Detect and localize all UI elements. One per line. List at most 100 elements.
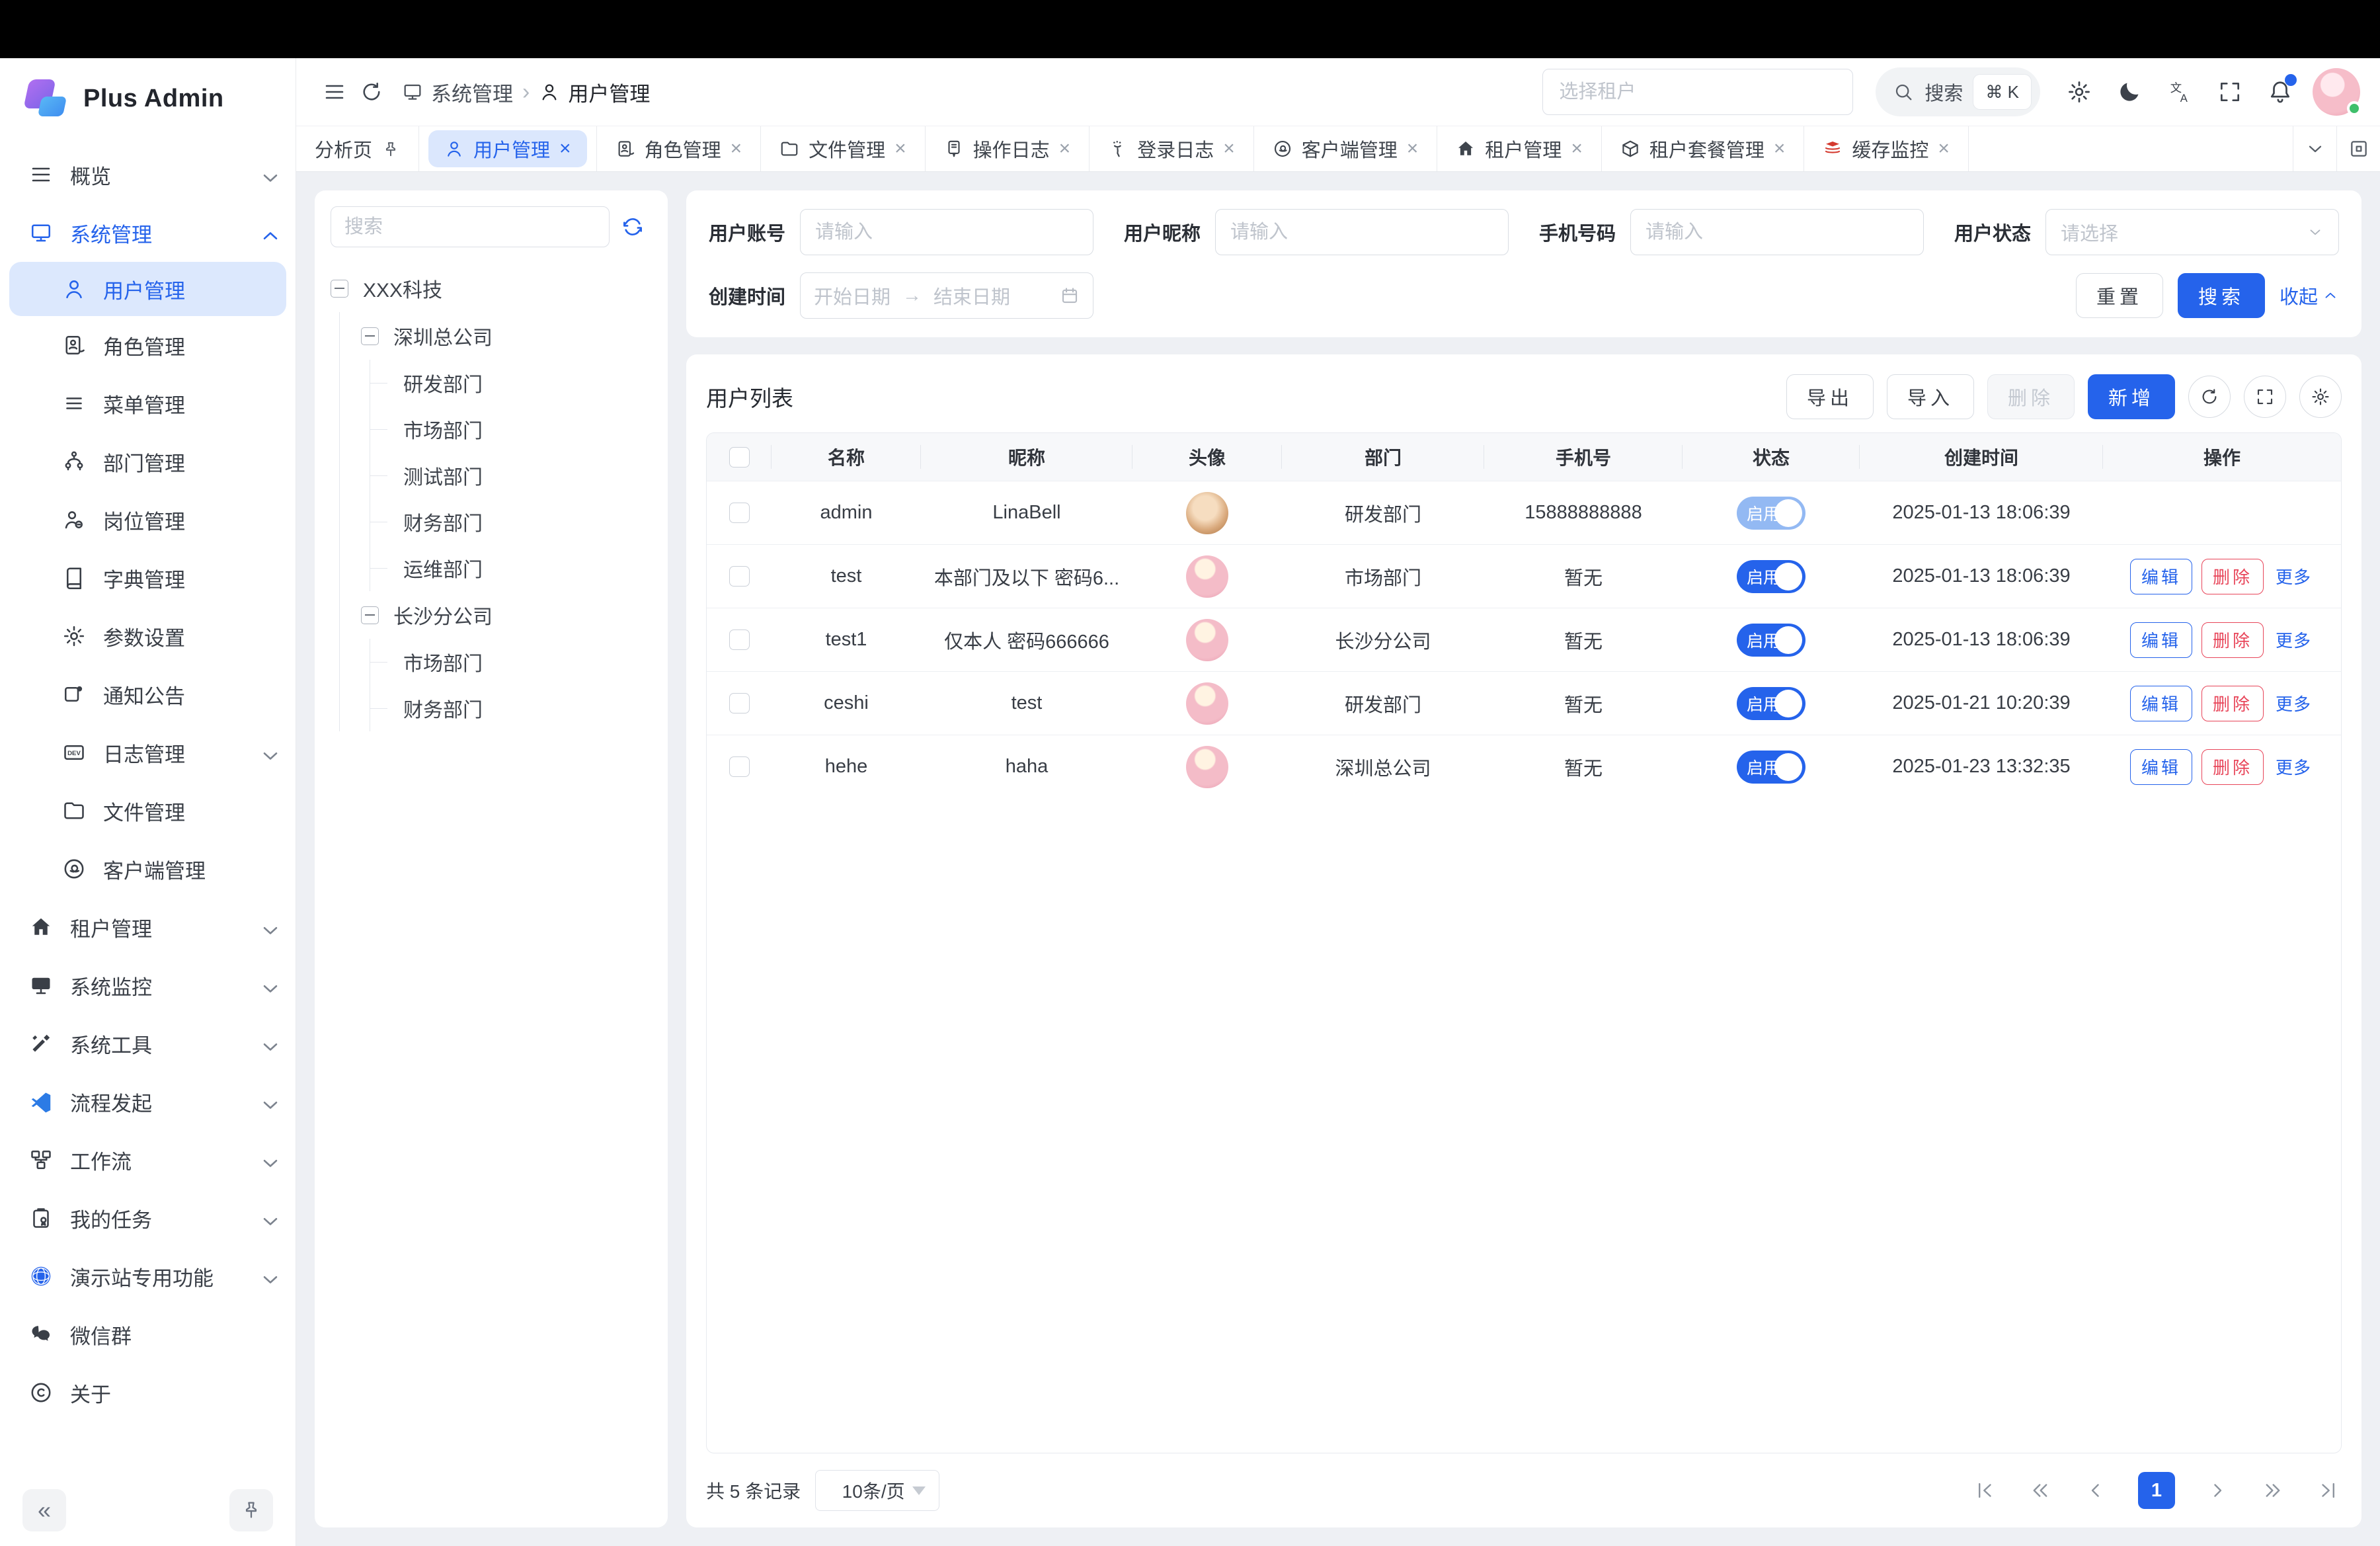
sidebar-item-工作流[interactable]: 工作流 — [0, 1131, 296, 1189]
forward-ten-pages-button[interactable] — [2260, 1477, 2286, 1504]
row-more-button[interactable]: 更多 — [2273, 622, 2314, 658]
sidebar-item-岗位管理[interactable]: 岗位管理 — [0, 491, 296, 549]
add-button[interactable]: 新增 — [2088, 374, 2175, 419]
tab-租户套餐管理[interactable]: 租户套餐管理× — [1602, 126, 1805, 171]
sidebar-pin-button[interactable] — [229, 1489, 273, 1531]
tab-登录日志[interactable]: 登录日志× — [1090, 126, 1254, 171]
current-page-button[interactable]: 1 — [2138, 1472, 2175, 1509]
tab-缓存监控[interactable]: 缓存监控× — [1804, 126, 1969, 171]
tab-close-icon[interactable]: × — [1407, 139, 1419, 159]
row-avatar[interactable] — [1186, 682, 1228, 725]
content-fullscreen-button[interactable] — [2336, 126, 2380, 171]
tree-leaf-测试部门[interactable]: 测试部门 — [391, 452, 652, 499]
tab-close-icon[interactable]: × — [1571, 139, 1583, 159]
tree-leaf-财务部门[interactable]: 财务部门 — [391, 685, 652, 731]
status-toggle[interactable]: 启用 — [1737, 560, 1805, 593]
back-ten-pages-button[interactable] — [2027, 1477, 2053, 1504]
row-checkbox[interactable] — [729, 756, 750, 777]
sidebar-collapse-button[interactable]: « — [22, 1489, 66, 1531]
page-size-select[interactable]: 10条/页 — [815, 1470, 939, 1511]
tree-collapse-icon[interactable] — [331, 280, 348, 298]
table-refresh-button[interactable] — [2188, 376, 2231, 418]
next-page-button[interactable] — [2204, 1477, 2231, 1504]
row-delete-button[interactable]: 删除 — [2202, 559, 2264, 594]
status-toggle[interactable]: 启用 — [1737, 751, 1805, 784]
tenant-select-input[interactable] — [1542, 69, 1853, 115]
row-checkbox[interactable] — [729, 630, 750, 650]
row-edit-button[interactable]: 编辑 — [2130, 622, 2192, 658]
row-edit-button[interactable]: 编辑 — [2130, 749, 2192, 785]
sidebar-item-通知公告[interactable]: 通知公告 — [0, 665, 296, 723]
tab-角色管理[interactable]: 角色管理× — [597, 126, 762, 171]
row-checkbox[interactable] — [729, 566, 750, 587]
sidebar-item-我的任务[interactable]: 我的任务 — [0, 1189, 296, 1247]
row-delete-button[interactable]: 删除 — [2202, 749, 2264, 785]
tab-list-dropdown-button[interactable] — [2293, 126, 2336, 171]
breadcrumb-item[interactable]: 用户管理 — [539, 77, 650, 107]
user-status-select[interactable]: 请选择 — [2045, 209, 2339, 255]
row-checkbox[interactable] — [729, 503, 750, 523]
fullscreen-button[interactable] — [2209, 71, 2250, 112]
row-more-button[interactable]: 更多 — [2273, 686, 2314, 721]
search-button[interactable]: 搜索 — [2178, 273, 2265, 318]
tree-leaf-市场部门[interactable]: 市场部门 — [391, 406, 652, 452]
language-button[interactable]: 文A — [2159, 71, 2200, 112]
tab-close-icon[interactable]: × — [894, 139, 906, 159]
pin-icon[interactable] — [381, 140, 400, 158]
tab-close-icon[interactable]: × — [1059, 139, 1071, 159]
last-page-button[interactable] — [2315, 1477, 2342, 1504]
created-date-range-picker[interactable]: 开始日期 → 结束日期 — [800, 272, 1093, 319]
tree-node-XXX科技[interactable]: XXX科技 — [331, 264, 652, 312]
sidebar-item-系统管理[interactable]: 系统管理 — [0, 204, 296, 262]
sidebar-item-日志管理[interactable]: DEV日志管理 — [0, 723, 296, 782]
sidebar-item-菜单管理[interactable]: 菜单管理 — [0, 374, 296, 432]
row-avatar[interactable] — [1186, 619, 1228, 661]
tree-refresh-button[interactable] — [620, 211, 652, 243]
export-button[interactable]: 导出 — [1786, 374, 1874, 419]
table-settings-button[interactable] — [2299, 376, 2342, 418]
row-delete-button[interactable]: 删除 — [2202, 686, 2264, 721]
user-nickname-input[interactable] — [1215, 209, 1509, 255]
first-page-button[interactable] — [1971, 1477, 1998, 1504]
refresh-page-button[interactable] — [353, 73, 390, 110]
tree-leaf-研发部门[interactable]: 研发部门 — [391, 360, 652, 406]
status-toggle[interactable]: 启用 — [1737, 687, 1805, 720]
sidebar-item-参数设置[interactable]: 参数设置 — [0, 607, 296, 665]
tab-用户管理[interactable]: 用户管理× — [419, 126, 597, 171]
dark-mode-button[interactable] — [2109, 71, 2150, 112]
sidebar-item-字典管理[interactable]: 字典管理 — [0, 549, 296, 607]
sidebar-item-系统监控[interactable]: 系统监控 — [0, 956, 296, 1014]
settings-button[interactable] — [2059, 71, 2100, 112]
user-account-input[interactable] — [800, 209, 1093, 255]
previous-page-button[interactable] — [2082, 1477, 2109, 1504]
select-all-checkbox[interactable] — [729, 447, 750, 468]
sidebar-item-部门管理[interactable]: 部门管理 — [0, 432, 296, 491]
tab-操作日志[interactable]: 操作日志× — [926, 126, 1090, 171]
sidebar-item-微信群[interactable]: 微信群 — [0, 1305, 296, 1363]
tree-node-深圳总公司[interactable]: 深圳总公司 — [361, 312, 652, 360]
sidebar-item-演示站专用功能[interactable]: 演示站专用功能 — [0, 1247, 296, 1305]
sidebar-item-客户端管理[interactable]: 客户端管理 — [0, 840, 296, 898]
tab-客户端管理[interactable]: 客户端管理× — [1254, 126, 1438, 171]
row-edit-button[interactable]: 编辑 — [2130, 686, 2192, 721]
row-checkbox[interactable] — [729, 693, 750, 713]
tab-租户管理[interactable]: 租户管理× — [1437, 126, 1602, 171]
delete-button[interactable]: 删除 — [1987, 374, 2075, 419]
tree-leaf-运维部门[interactable]: 运维部门 — [391, 545, 652, 591]
tab-close-icon[interactable]: × — [559, 139, 571, 159]
tree-leaf-财务部门[interactable]: 财务部门 — [391, 499, 652, 545]
row-delete-button[interactable]: 删除 — [2202, 622, 2264, 658]
sidebar-item-概览[interactable]: 概览 — [0, 145, 296, 204]
table-fullscreen-button[interactable] — [2244, 376, 2286, 418]
row-avatar[interactable] — [1186, 746, 1228, 788]
tab-close-icon[interactable]: × — [731, 139, 742, 159]
tab-分析页[interactable]: 分析页 — [296, 126, 419, 171]
sidebar-item-文件管理[interactable]: 文件管理 — [0, 782, 296, 840]
user-avatar[interactable] — [2313, 68, 2360, 116]
tree-search-input[interactable] — [331, 206, 610, 247]
tree-collapse-icon[interactable] — [361, 606, 379, 624]
row-more-button[interactable]: 更多 — [2273, 559, 2314, 594]
reset-button[interactable]: 重置 — [2076, 273, 2163, 318]
notifications-button[interactable] — [2260, 71, 2301, 112]
sidebar-item-角色管理[interactable]: 角色管理 — [0, 316, 296, 374]
